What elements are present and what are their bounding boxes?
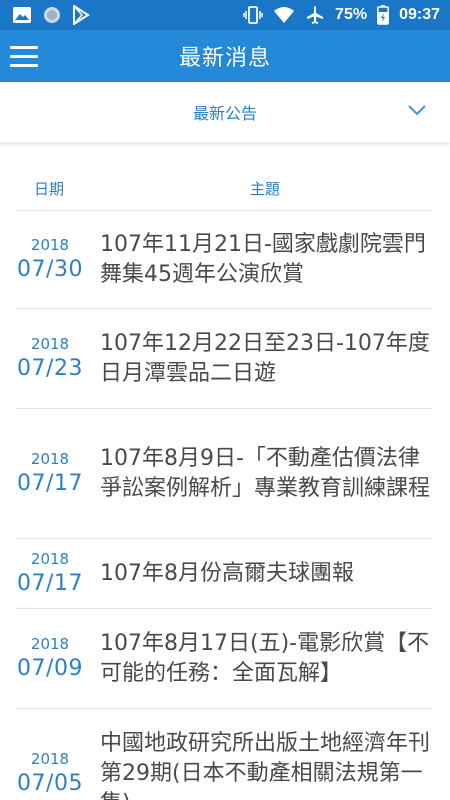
news-item[interactable]: 2018 07/17 107年8月份高爾夫球團報 [0,538,450,608]
news-date: 2018 07/17 [0,449,100,499]
wifi-icon [273,6,295,24]
news-date-month-day: 07/17 [17,470,83,496]
status-bar: 75% 09:37 [0,0,450,30]
news-date-month-day: 07/30 [17,256,83,282]
news-title: 107年11月21日-國家戲劇院雲門舞集45週年公演欣賞 [100,231,426,287]
column-header-date: 日期 [34,179,65,198]
status-right: 75% 09:37 [243,5,440,25]
news-item[interactable]: 2018 07/09 107年8月17日(五)-電影欣賞【不可能的任務：全面瓦解… [0,608,450,708]
battery-percent: 75% [335,6,368,23]
news-date-month-day: 07/05 [17,770,83,796]
app-bar: 最新消息 [0,30,450,82]
news-date-month-day: 07/09 [17,655,83,681]
category-selected-label: 最新公告 [192,104,257,123]
news-list: 2018 07/30 107年11月21日-國家戲劇院雲門舞集45週年公演欣賞 … [0,210,450,800]
list-header: 日期 主題 [0,170,450,206]
menu-button[interactable] [10,41,42,71]
news-date: 2018 07/30 [0,235,100,285]
page-title: 最新消息 [178,46,271,71]
news-date: 2018 07/05 [0,749,100,799]
news-date: 2018 07/23 [0,334,100,384]
column-header-subject: 主題 [250,179,281,198]
airplane-icon [305,5,325,25]
hamburger-line [10,54,38,58]
gallery-icon [12,6,32,24]
news-date-month-day: 07/17 [17,570,83,596]
status-left [12,5,90,25]
news-title: 107年8月9日-「不動產估價法律爭訟案例解析」專業教育訓練課程 [100,445,431,501]
news-date-year: 2018 [30,449,70,468]
news-title: 中國地政研究所出版土地經濟年刊第29期(日本不動產相關法規第一集) [100,730,431,800]
news-title: 107年8月份高爾夫球團報 [100,560,354,586]
news-date-year: 2018 [30,334,70,353]
news-date-year: 2018 [30,549,70,568]
news-title: 107年12月22日至23日-107年度日月潭雲品二日遊 [100,330,430,386]
vibrate-icon [243,6,263,24]
news-date: 2018 07/09 [0,634,100,684]
news-date-year: 2018 [30,634,70,653]
news-date: 2018 07/17 [0,549,100,599]
hamburger-line [10,45,38,49]
news-date-year: 2018 [30,749,70,768]
news-item[interactable]: 2018 07/17 107年8月9日-「不動產估價法律爭訟案例解析」專業教育訓… [0,408,450,538]
news-title: 107年8月17日(五)-電影欣賞【不可能的任務：全面瓦解】 [100,630,430,686]
news-date-year: 2018 [30,235,70,254]
circle-app-icon [42,5,62,25]
clock: 09:37 [399,6,440,23]
news-item[interactable]: 2018 07/23 107年12月22日至23日-107年度日月潭雲品二日遊 [0,308,450,408]
news-date-month-day: 07/23 [17,355,83,381]
play-store-icon [72,5,90,25]
news-item[interactable]: 2018 07/30 107年11月21日-國家戲劇院雲門舞集45週年公演欣賞 [0,210,450,308]
news-item[interactable]: 2018 07/05 中國地政研究所出版土地經濟年刊第29期(日本不動產相關法規… [0,708,450,800]
chevron-down-icon [408,105,426,116]
category-dropdown[interactable]: 最新公告 [0,82,450,142]
hamburger-line [10,63,38,67]
battery-charging-icon [377,5,390,25]
